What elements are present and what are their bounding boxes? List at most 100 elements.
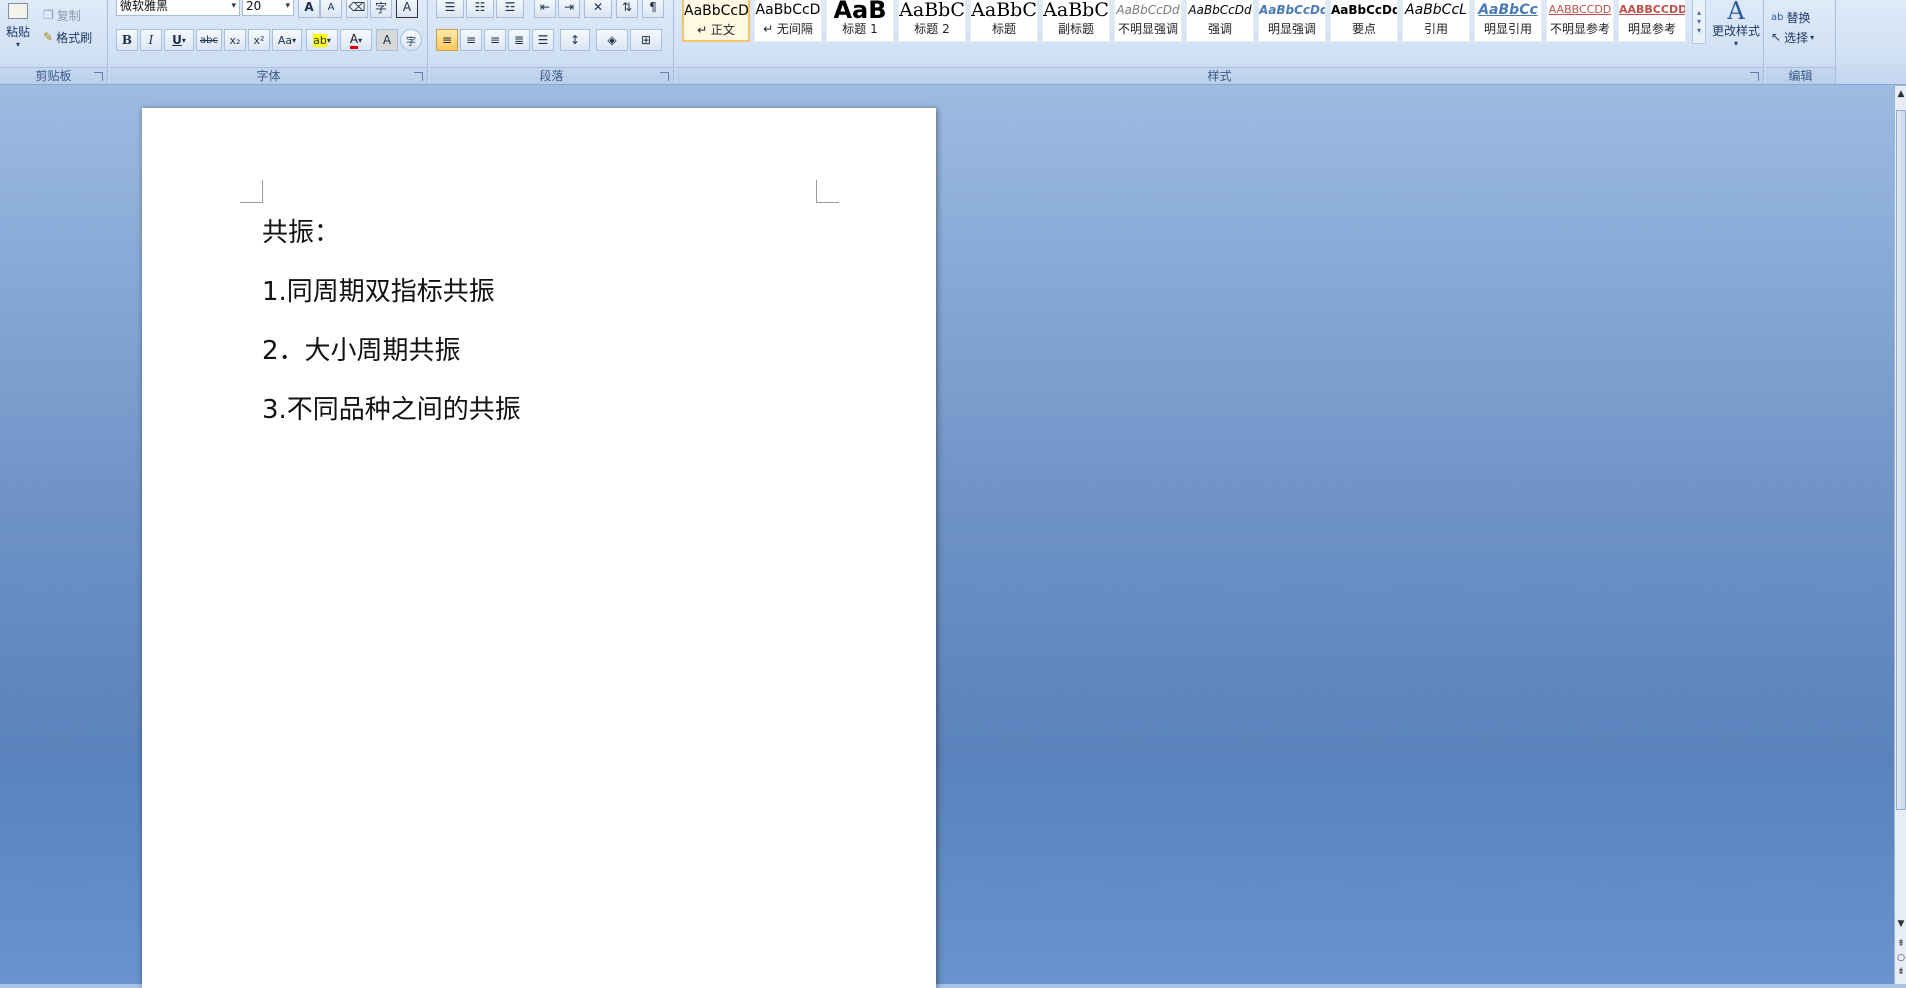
paragraph-group: ☰ ☷ ☲ ⇤ ⇥ ✕ ⇅ ¶ ≡ ≡ ≡ ≣ ☰ ↕ ◈ ⊞ 段落	[430, 0, 674, 84]
document-paragraph[interactable]: 2．大小周期共振	[262, 330, 461, 367]
bold-icon: B	[121, 33, 133, 47]
font-name-combo[interactable]: 微软雅黑 ▾	[116, 0, 240, 16]
clipboard-dialog-launcher[interactable]	[94, 72, 103, 81]
align-center-button[interactable]: ≡	[460, 29, 482, 51]
copy-icon: ❐	[43, 8, 54, 22]
bullets-icon: ☰	[444, 0, 456, 14]
style-name: 副标题	[1057, 22, 1094, 36]
style-sample: AaBbC	[1043, 0, 1109, 21]
editing-group: ab 替换 ↖ 选择 ▾ 编辑	[1766, 0, 1836, 84]
style-card[interactable]: AaBbCcD ↵ 无间隔	[754, 0, 822, 42]
enclose-char-button[interactable]: 字	[400, 29, 422, 51]
highlight-button[interactable]: ab ▾	[306, 29, 338, 51]
char-shading-button[interactable]: A	[376, 29, 398, 51]
clipboard-group: 粘贴 ▾ ❐ 复制 ✎ 格式刷 剪贴板	[0, 0, 108, 84]
italic-button[interactable]: I	[140, 29, 162, 51]
style-card[interactable]: AaBbC 副标题	[1042, 0, 1110, 42]
distributed-button[interactable]: ☰	[532, 29, 554, 51]
strikethrough-icon: abc	[200, 34, 218, 46]
font-size-combo[interactable]: 20 ▾	[242, 0, 294, 16]
document-paragraph[interactable]: 3.不同品种之间的共振	[262, 389, 521, 426]
paint-bucket-icon: ◈	[607, 33, 617, 47]
style-card[interactable]: AaBbCcDd 要点	[1330, 0, 1398, 42]
highlighter-icon: ab	[313, 33, 327, 47]
chevron-down-icon: ▾	[285, 1, 290, 11]
chinese-layout-button[interactable]: ✕	[584, 0, 612, 18]
cursor-icon: ↖	[1771, 30, 1782, 44]
font-dialog-launcher[interactable]	[414, 72, 423, 81]
document-paragraph[interactable]: 1.同周期双指标共振	[262, 271, 495, 308]
document-page[interactable]: 共振： 1.同周期双指标共振 2．大小周期共振 3.不同品种之间的共振	[142, 108, 936, 988]
style-card[interactable]: AABBCCDD 明显参考	[1618, 0, 1686, 42]
scroll-down-icon[interactable]: ▼	[1895, 918, 1906, 930]
style-card[interactable]: AABBCCDD 不明显参考	[1546, 0, 1614, 42]
phonetic-guide-button[interactable]: 字	[370, 0, 392, 18]
subscript-button[interactable]: x₂	[224, 29, 246, 51]
scroll-thumb[interactable]	[1896, 110, 1906, 810]
style-name: 标题	[991, 22, 1016, 36]
change-styles-button[interactable]: A 更改样式 ▾	[1710, 0, 1762, 52]
style-card[interactable]: AaBbCcDd 强调	[1186, 0, 1254, 42]
increase-indent-button[interactable]: ⇥	[558, 0, 580, 18]
font-color-button[interactable]: A ▾	[340, 29, 372, 51]
vertical-scrollbar[interactable]: ▲ ▼ ⇞ ○ ⇟	[1894, 86, 1906, 984]
browse-object-icon[interactable]: ○	[1895, 952, 1906, 964]
paragraph-dialog-launcher[interactable]	[660, 72, 669, 81]
next-page-icon[interactable]: ⇟	[1895, 966, 1906, 978]
replace-button[interactable]: ab 替换	[1770, 8, 1832, 26]
grow-font-button[interactable]: A	[298, 0, 320, 18]
bullets-button[interactable]: ☰	[436, 0, 464, 18]
paste-label: 粘贴	[5, 25, 30, 39]
style-card[interactable]: AaBbC 标题	[970, 0, 1038, 42]
underline-button[interactable]: U ▾	[164, 29, 194, 51]
paste-button[interactable]: 粘贴 ▾	[2, 0, 34, 52]
style-name: 标题 2	[914, 22, 950, 36]
show-marks-button[interactable]: ¶	[642, 0, 664, 18]
align-right-icon: ≡	[489, 33, 501, 47]
style-card[interactable]: AaBbCcD ↵ 正文	[682, 0, 750, 42]
align-left-icon: ≡	[441, 33, 453, 47]
char-border-button[interactable]: A	[396, 0, 418, 18]
style-card[interactable]: AaBbCc 明显引用	[1474, 0, 1542, 42]
shrink-font-button[interactable]: A	[320, 0, 342, 18]
styles-dialog-launcher[interactable]	[1750, 72, 1759, 81]
chevron-down-icon: ▾	[1810, 32, 1815, 42]
style-card[interactable]: AaBbCcDd 不明显强调	[1114, 0, 1182, 42]
justify-icon: ≣	[513, 33, 525, 47]
multilevel-list-button[interactable]: ☲	[496, 0, 524, 18]
sort-button[interactable]: ⇅	[616, 0, 638, 18]
style-card[interactable]: AaBbCcL 引用	[1402, 0, 1470, 42]
copy-button[interactable]: ❐ 复制	[42, 6, 102, 24]
select-button[interactable]: ↖ 选择 ▾	[1770, 28, 1832, 46]
justify-button[interactable]: ≣	[508, 29, 530, 51]
chevron-down-icon: ▾	[15, 40, 20, 49]
clear-format-button[interactable]: ⌫	[346, 0, 368, 18]
paste-icon	[8, 3, 28, 19]
char-border-icon: A	[402, 0, 412, 14]
align-right-button[interactable]: ≡	[484, 29, 506, 51]
clipboard-group-label: 剪贴板	[0, 67, 107, 84]
shrink-font-icon: A	[327, 1, 335, 13]
change-case-button[interactable]: Aa ▾	[272, 29, 302, 51]
borders-button[interactable]: ⊞	[630, 29, 662, 51]
format-painter-button[interactable]: ✎ 格式刷	[42, 28, 106, 46]
style-card[interactable]: AaBbC 标题 2	[898, 0, 966, 42]
superscript-button[interactable]: x²	[248, 29, 270, 51]
style-card[interactable]: AaB 标题 1	[826, 0, 894, 42]
decrease-indent-button[interactable]: ⇤	[534, 0, 556, 18]
shading-button[interactable]: ◈	[596, 29, 628, 51]
bold-button[interactable]: B	[116, 29, 138, 51]
line-spacing-icon: ↕	[569, 33, 581, 47]
line-spacing-button[interactable]: ↕	[560, 29, 590, 51]
style-card[interactable]: AaBbCcDd 明显强调	[1258, 0, 1326, 42]
strikethrough-button[interactable]: abc	[196, 29, 222, 51]
ribbon: 粘贴 ▾ ❐ 复制 ✎ 格式刷 剪贴板 微软雅黑 ▾ 20 ▾ A A ⌫ 字 …	[0, 0, 1906, 85]
prev-page-icon[interactable]: ⇞	[1895, 938, 1906, 950]
scroll-up-icon[interactable]: ▲	[1895, 88, 1906, 100]
styles-group: AaBbCcD ↵ 正文 AaBbCcD ↵ 无间隔 AaB 标题 1 AaBbC 标题 2A…	[676, 0, 1764, 84]
gallery-scroll[interactable]: ▴ ▾ ▾	[1692, 0, 1706, 44]
style-name: 引用	[1423, 22, 1448, 36]
numbering-button[interactable]: ☷	[466, 0, 494, 18]
align-left-button[interactable]: ≡	[436, 29, 458, 51]
document-paragraph[interactable]: 共振：	[262, 212, 340, 249]
